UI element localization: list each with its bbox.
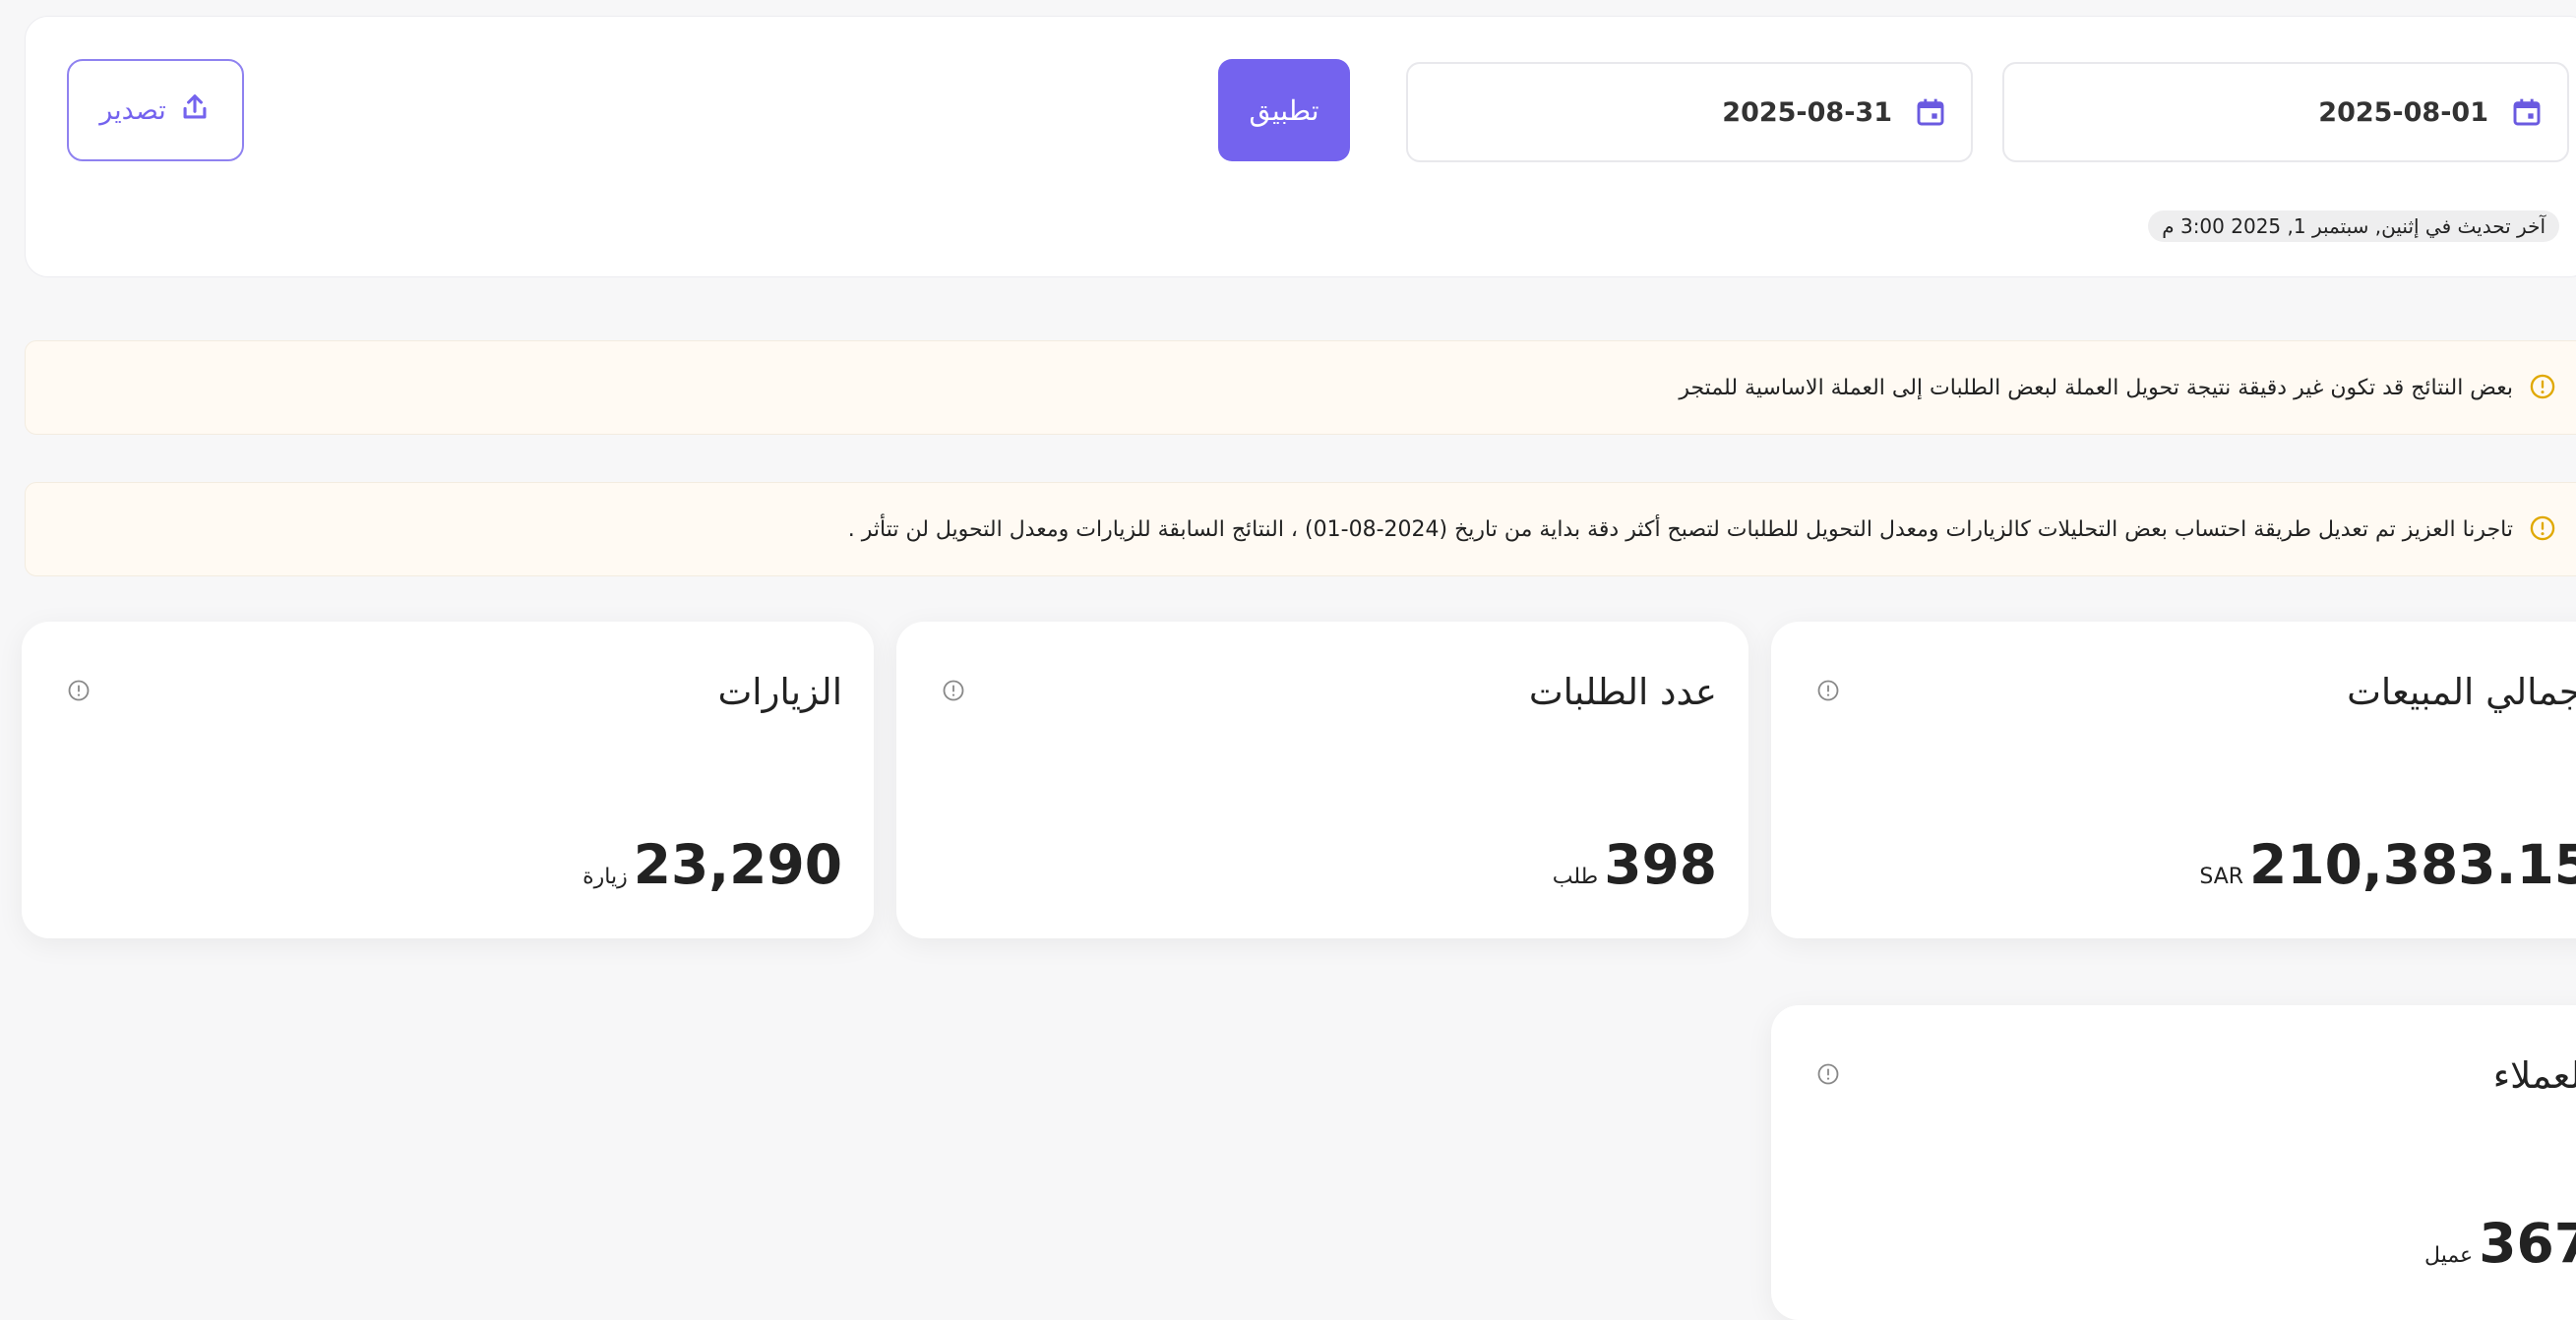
stat-value-row: طلب 398 <box>1553 833 1717 896</box>
stat-value: 398 <box>1604 833 1717 896</box>
currency-notice: بعض النتائج قد تكون غير دقيقة نتيجة تحوي… <box>25 340 2576 435</box>
stat-title: العملاء <box>2492 1054 2576 1097</box>
visits-card: الزيارات زيارة 23,290 <box>22 622 874 938</box>
stat-unit: عميل <box>2424 1243 2474 1268</box>
notice-text: بعض النتائج قد تكون غير دقيقة نتيجة تحوي… <box>1679 375 2513 400</box>
upload-icon <box>178 90 212 131</box>
calendar-icon <box>1912 93 1949 131</box>
export-label: تصدير <box>99 94 166 126</box>
stat-title: إجمالي المبيعات <box>2347 671 2576 713</box>
info-icon[interactable] <box>1816 679 1840 702</box>
orders-count-card: عدد الطلبات طلب 398 <box>896 622 1748 938</box>
last-updated-badge: آخر تحديث في إثنين, سبتمبر 1, 2025 3:00 … <box>2148 210 2559 242</box>
export-button[interactable]: تصدير <box>67 59 244 161</box>
stat-value-row: SAR 210,383.15 <box>2199 833 2576 896</box>
stat-value-row: عميل 367 <box>2424 1212 2576 1275</box>
stat-value: 367 <box>2479 1212 2576 1275</box>
analytics-page: 2025-08-01 2025-08-31 آخر تحديث في إثنين… <box>0 0 2576 1320</box>
start-date-value: 2025-08-01 <box>2318 96 2488 128</box>
info-icon[interactable] <box>942 679 965 702</box>
customers-card: العملاء عميل 367 <box>1771 1005 2576 1320</box>
notice-text: تاجرنا العزيز تم تعديل طريقة احتساب بعض … <box>847 516 2513 542</box>
info-icon[interactable] <box>67 679 91 702</box>
stat-unit: طلب <box>1552 865 1599 889</box>
warning-icon <box>2527 514 2556 544</box>
stat-title: الزيارات <box>717 671 842 713</box>
stat-unit: زيارة <box>583 865 628 889</box>
end-date-field[interactable]: 2025-08-31 <box>1406 62 1973 162</box>
stat-value: 210,383.15 <box>2249 833 2576 896</box>
calendar-icon <box>2508 93 2545 131</box>
total-sales-card: إجمالي المبيعات SAR 210,383.15 <box>1771 622 2576 938</box>
warning-icon <box>2527 373 2556 402</box>
stat-unit: SAR <box>2199 865 2244 889</box>
stat-value: 23,290 <box>633 833 842 896</box>
start-date-field[interactable]: 2025-08-01 <box>2002 62 2569 162</box>
stat-title: عدد الطلبات <box>1528 671 1717 713</box>
end-date-value: 2025-08-31 <box>1722 96 1892 128</box>
info-icon[interactable] <box>1816 1062 1840 1086</box>
analytics-change-notice: تاجرنا العزيز تم تعديل طريقة احتساب بعض … <box>25 482 2576 576</box>
apply-button[interactable]: تطبيق <box>1218 59 1350 161</box>
stat-value-row: زيارة 23,290 <box>583 833 842 896</box>
